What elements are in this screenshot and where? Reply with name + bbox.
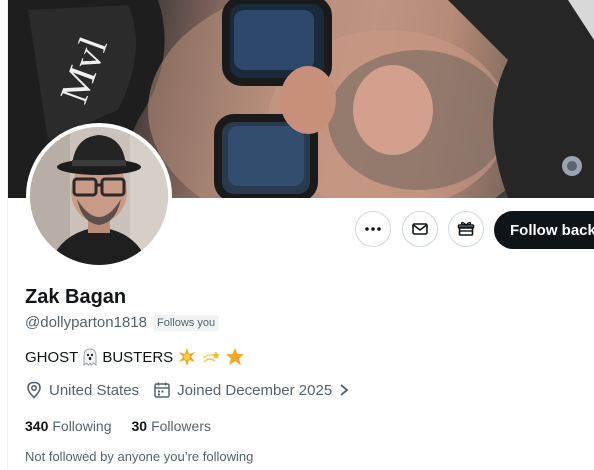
followed-by-note: Not followed by anyone you’re following <box>25 449 254 464</box>
followers-link[interactable]: 30 Followers <box>132 418 211 434</box>
following-count: 340 <box>25 418 49 434</box>
joined-text: Joined December 2025 <box>177 381 333 399</box>
handle-row: @dollyparton1818 Follows you <box>25 314 220 331</box>
follow-back-button[interactable]: Follow back <box>494 211 594 249</box>
gift-button[interactable] <box>448 211 484 247</box>
avatar-photo <box>30 127 168 265</box>
profile-name: Zak Bagan <box>25 286 127 308</box>
envelope-icon <box>412 223 428 235</box>
dizzy-star-icon <box>202 351 221 363</box>
following-label: Following <box>52 418 112 434</box>
message-button[interactable] <box>402 211 438 247</box>
location-item: United States <box>25 381 139 399</box>
followers-count: 30 <box>131 418 148 434</box>
calendar-icon <box>154 382 170 398</box>
chevron-right-icon <box>340 384 349 396</box>
profile-handle: @dollyparton1818 <box>25 314 147 331</box>
followers-label: Followers <box>151 418 211 434</box>
star-icon <box>226 348 245 365</box>
profile-avatar[interactable] <box>26 123 172 269</box>
follows-you-badge: Follows you <box>152 314 220 331</box>
profile-bio: GHOST BUSTERS <box>25 347 245 367</box>
bio-word-1: GHOST <box>25 348 79 366</box>
bio-word-2: BUSTERS <box>102 348 174 366</box>
location-pin-icon <box>27 381 41 399</box>
more-horizontal-icon <box>365 227 381 231</box>
sparkle-burst-icon <box>179 348 196 366</box>
location-text: United States <box>49 381 140 399</box>
ghost-icon <box>83 348 97 366</box>
gift-icon <box>457 221 475 236</box>
joined-item[interactable]: Joined December 2025 <box>153 381 350 399</box>
more-button[interactable] <box>355 211 391 247</box>
profile-meta: United States Joined December 2025 <box>25 381 364 399</box>
column-divider <box>7 0 8 470</box>
follow-stats: 340 Following 30 Followers <box>25 418 231 434</box>
following-link[interactable]: 340 Following <box>25 418 112 434</box>
